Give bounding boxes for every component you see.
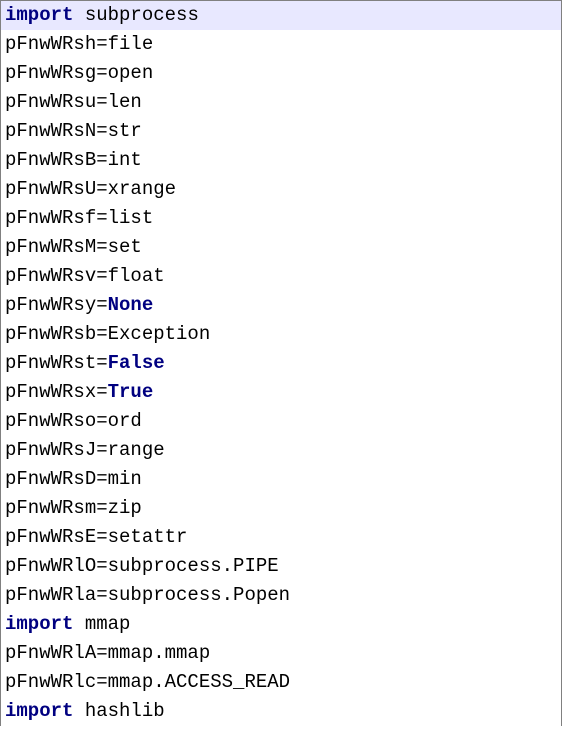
code-line-25-token-1: hashlib xyxy=(73,700,164,722)
code-line-22-token-0: import xyxy=(5,613,73,635)
code-line-11-token-1: None xyxy=(108,294,154,316)
code-line-3-token-0: pFnwWRsg=open xyxy=(5,62,153,84)
code-line-23-token-0: pFnwWRlA=mmap.mmap xyxy=(5,642,210,664)
code-line-3: pFnwWRsg=open xyxy=(1,59,561,88)
code-line-4: pFnwWRsu=len xyxy=(1,88,561,117)
code-line-8: pFnwWRsf=list xyxy=(1,204,561,233)
code-line-12: pFnwWRsb=Exception xyxy=(1,320,561,349)
code-line-2-token-0: pFnwWRsh=file xyxy=(5,33,153,55)
code-line-4-token-0: pFnwWRsu=len xyxy=(5,91,142,113)
code-line-11: pFnwWRsy=None xyxy=(1,291,561,320)
code-line-11-token-0: pFnwWRsy= xyxy=(5,294,108,316)
code-line-18-token-0: pFnwWRsm=zip xyxy=(5,497,142,519)
code-line-12-token-0: pFnwWRsb=Exception xyxy=(5,323,210,345)
code-line-21: pFnwWRla=subprocess.Popen xyxy=(1,581,561,610)
code-block: import subprocess pFnwWRsh=file pFnwWRsg=o… xyxy=(0,0,562,726)
code-line-2: pFnwWRsh=file xyxy=(1,30,561,59)
code-line-1-token-1: subprocess xyxy=(73,4,198,26)
code-line-13-token-1: False xyxy=(108,352,165,374)
code-line-22: import mmap xyxy=(1,610,561,639)
code-line-10: pFnwWRsv=float xyxy=(1,262,561,291)
code-line-17-token-0: pFnwWRsD=min xyxy=(5,468,142,490)
code-line-22-token-1: mmap xyxy=(73,613,130,635)
code-line-24: pFnwWRlc=mmap.ACCESS_READ xyxy=(1,668,561,697)
code-line-16: pFnwWRsJ=range xyxy=(1,436,561,465)
code-line-7-token-0: pFnwWRsU=xrange xyxy=(5,178,176,200)
code-line-24-token-0: pFnwWRlc=mmap.ACCESS_READ xyxy=(5,671,290,693)
code-line-23: pFnwWRlA=mmap.mmap xyxy=(1,639,561,668)
code-line-13-token-0: pFnwWRst= xyxy=(5,352,108,374)
code-line-5: pFnwWRsN=str xyxy=(1,117,561,146)
code-line-18: pFnwWRsm=zip xyxy=(1,494,561,523)
code-line-25: import hashlib xyxy=(1,697,561,726)
code-line-15: pFnwWRso=ord xyxy=(1,407,561,436)
code-line-17: pFnwWRsD=min xyxy=(1,465,561,494)
code-line-1: import subprocess xyxy=(1,1,561,30)
code-line-14: pFnwWRsx=True xyxy=(1,378,561,407)
code-line-19-token-0: pFnwWRsE=setattr xyxy=(5,526,187,548)
code-line-21-token-0: pFnwWRla=subprocess.Popen xyxy=(5,584,290,606)
code-line-9: pFnwWRsM=set xyxy=(1,233,561,262)
code-line-10-token-0: pFnwWRsv=float xyxy=(5,265,165,287)
code-line-14-token-1: True xyxy=(108,381,154,403)
code-line-19: pFnwWRsE=setattr xyxy=(1,523,561,552)
code-line-25-token-0: import xyxy=(5,700,73,722)
code-line-13: pFnwWRst=False xyxy=(1,349,561,378)
code-line-8-token-0: pFnwWRsf=list xyxy=(5,207,153,229)
code-line-15-token-0: pFnwWRso=ord xyxy=(5,410,142,432)
code-line-16-token-0: pFnwWRsJ=range xyxy=(5,439,165,461)
code-line-1-token-0: import xyxy=(5,4,73,26)
code-line-7: pFnwWRsU=xrange xyxy=(1,175,561,204)
code-line-5-token-0: pFnwWRsN=str xyxy=(5,120,142,142)
code-line-6-token-0: pFnwWRsB=int xyxy=(5,149,142,171)
code-line-9-token-0: pFnwWRsM=set xyxy=(5,236,142,258)
code-line-6: pFnwWRsB=int xyxy=(1,146,561,175)
code-line-20-token-0: pFnwWRlO=subprocess.PIPE xyxy=(5,555,279,577)
code-line-14-token-0: pFnwWRsx= xyxy=(5,381,108,403)
code-line-20: pFnwWRlO=subprocess.PIPE xyxy=(1,552,561,581)
